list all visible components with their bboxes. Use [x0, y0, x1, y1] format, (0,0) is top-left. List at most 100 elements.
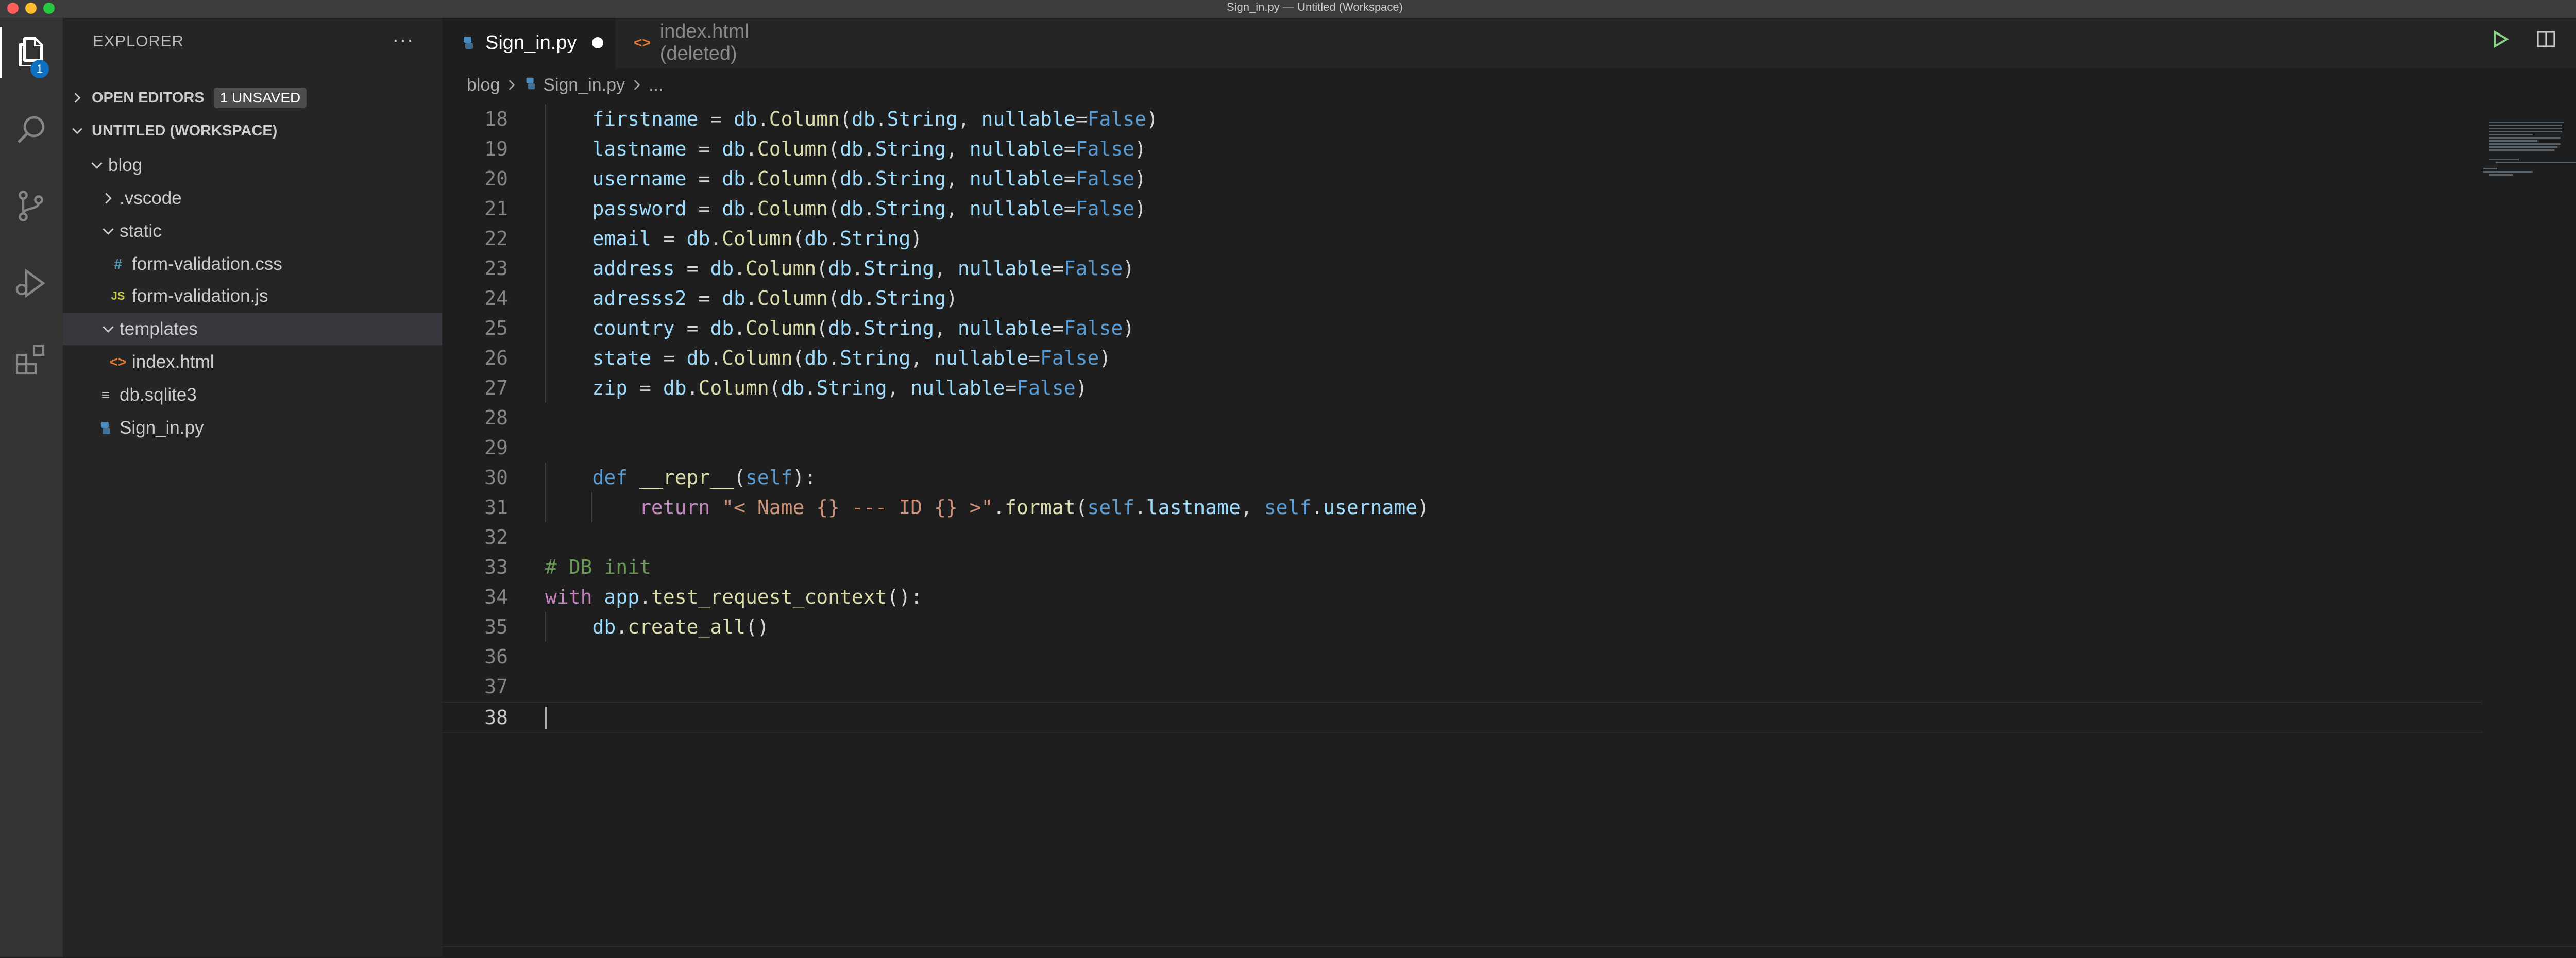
chevron-down-icon — [86, 159, 108, 172]
code-text[interactable]: firstname = db.Column(db.String, nullabl… — [545, 104, 1158, 134]
code-line[interactable]: 22 email = db.Column(db.String) — [442, 224, 2482, 253]
code-text[interactable]: def __repr__(self): — [545, 463, 817, 492]
line-number: 38 — [484, 706, 508, 729]
minimap[interactable] — [2483, 101, 2576, 194]
code-text[interactable]: return "< Name {} --- ID {} >".format(se… — [545, 492, 1429, 522]
code-line[interactable]: 20 username = db.Column(db.String, nulla… — [442, 164, 2482, 194]
tree-item-label: form-validation.js — [132, 286, 268, 306]
horizontal-scrollbar[interactable] — [442, 946, 2576, 958]
line-number: 32 — [484, 526, 508, 549]
tree-file-html[interactable]: <> index.html — [63, 346, 483, 378]
chevron-right-icon — [506, 75, 517, 95]
extensions-icon — [15, 344, 45, 375]
tab-index-html-deleted[interactable]: <> index.html (deleted) — [615, 18, 757, 68]
tree-item-label: form-validation.css — [132, 254, 282, 274]
breadcrumb-symbols[interactable]: ... — [649, 75, 663, 95]
python-file-icon — [523, 75, 538, 95]
code-line[interactable]: 29 — [442, 433, 2482, 463]
code-text[interactable]: zip = db.Column(db.String, nullable=Fals… — [545, 373, 1088, 403]
tree-file-css[interactable]: # form-validation.css — [63, 248, 483, 280]
explorer-activity[interactable]: 1 — [0, 27, 63, 78]
tree-file-js[interactable]: JS form-validation.js — [63, 280, 483, 312]
code-line[interactable]: 25 country = db.Column(db.String, nullab… — [442, 313, 2482, 343]
minimap-line — [2489, 134, 2533, 135]
tree-folder-blog[interactable]: blog — [63, 149, 465, 181]
code-line[interactable]: 34 with app.test_request_context(): — [442, 582, 2482, 612]
code-text[interactable]: email = db.Column(db.String) — [545, 224, 923, 253]
explorer-title: EXPLORER — [93, 32, 184, 50]
code-line[interactable]: 35 db.create_all() — [442, 612, 2482, 642]
workspace-section[interactable]: UNTITLED (WORKSPACE) — [63, 116, 442, 145]
code-text[interactable]: adresss2 = db.Column(db.String) — [545, 283, 958, 313]
tree-item-label: templates — [120, 319, 198, 339]
more-actions-icon[interactable]: ··· — [393, 29, 414, 50]
indent-guide — [545, 463, 546, 522]
minimap-line — [2496, 162, 2576, 163]
code-line[interactable]: 19 lastname = db.Column(db.String, nulla… — [442, 134, 2482, 164]
minimap-line — [2489, 128, 2562, 129]
code-line[interactable]: 36 — [442, 642, 2482, 672]
source-control-activity[interactable] — [5, 180, 57, 232]
line-number: 30 — [484, 466, 508, 489]
tree-folder-templates[interactable]: templates — [63, 313, 476, 345]
minimap-line — [2489, 146, 2557, 148]
tree-item-label: index.html — [132, 352, 214, 372]
code-line[interactable]: 31 return "< Name {} --- ID {} >".format… — [442, 492, 2482, 522]
tree-folder-vscode[interactable]: .vscode — [63, 182, 476, 214]
split-editor-button[interactable] — [2536, 29, 2556, 55]
code-line[interactable]: 24 adresss2 = db.Column(db.String) — [442, 283, 2482, 313]
tree-item-label: blog — [108, 155, 143, 175]
open-editors-label: OPEN EDITORS — [92, 89, 205, 106]
line-number: 19 — [484, 138, 508, 160]
line-number: 37 — [484, 675, 508, 698]
run-debug-activity[interactable] — [5, 258, 57, 309]
line-number: 35 — [484, 615, 508, 638]
code-text[interactable]: with app.test_request_context(): — [545, 582, 922, 612]
tree-item-label: Sign_in.py — [120, 418, 204, 438]
unsaved-dot-icon[interactable] — [592, 37, 604, 48]
code-line[interactable]: 27 zip = db.Column(db.String, nullable=F… — [442, 373, 2482, 403]
code-text[interactable]: lastname = db.Column(db.String, nullable… — [545, 134, 1146, 164]
chevron-down-icon — [97, 225, 120, 237]
tree-file-sqlite[interactable]: ≡ db.sqlite3 — [63, 379, 471, 411]
search-activity[interactable] — [5, 104, 57, 156]
tree-folder-static[interactable]: static — [63, 215, 476, 247]
code-line[interactable]: 32 — [442, 522, 2482, 552]
code-line[interactable]: 37 — [442, 672, 2482, 702]
unsaved-badge: 1 UNSAVED — [213, 88, 307, 108]
code-text[interactable]: password = db.Column(db.String, nullable… — [545, 194, 1146, 224]
code-text[interactable]: db.create_all() — [545, 612, 769, 642]
code-line[interactable]: 28 — [442, 403, 2482, 433]
code-line[interactable]: 30 def __repr__(self): — [442, 463, 2482, 492]
split-editor-icon — [2537, 31, 2555, 47]
open-editors-section[interactable]: OPEN EDITORS 1 UNSAVED — [63, 83, 442, 112]
code-text[interactable]: # DB init — [545, 552, 651, 582]
code-line[interactable]: 23 address = db.Column(db.String, nullab… — [442, 253, 2482, 283]
code-text[interactable]: country = db.Column(db.String, nullable=… — [545, 313, 1135, 343]
line-number: 26 — [484, 347, 508, 369]
chevron-right-icon — [631, 75, 642, 95]
tab-label: index.html (deleted) — [659, 21, 749, 64]
chevron-down-icon — [97, 323, 120, 335]
code-line[interactable]: 38 — [442, 702, 2482, 733]
code-text[interactable]: address = db.Column(db.String, nullable=… — [545, 253, 1135, 283]
tree-file-python[interactable]: Sign_in.py — [63, 412, 471, 444]
breadcrumb-file[interactable]: Sign_in.py — [543, 75, 625, 95]
line-number: 28 — [484, 406, 508, 429]
code-text[interactable]: username = db.Column(db.String, nullable… — [545, 164, 1146, 194]
line-number: 29 — [484, 436, 508, 459]
code-line[interactable]: 21 password = db.Column(db.String, nulla… — [442, 194, 2482, 224]
line-number: 33 — [484, 556, 508, 578]
code-line[interactable]: 33 # DB init — [442, 552, 2482, 582]
breadcrumb-folder[interactable]: blog — [467, 75, 500, 95]
tab-sign-in-py[interactable]: Sign_in.py — [442, 18, 615, 68]
code-line[interactable]: 18 firstname = db.Column(db.String, null… — [442, 104, 2482, 134]
css-file-icon: # — [114, 256, 122, 272]
indent-guide — [591, 492, 592, 522]
code-line[interactable]: 26 state = db.Column(db.String, nullable… — [442, 343, 2482, 373]
tree-item-label: static — [120, 221, 162, 241]
extensions-activity[interactable] — [5, 334, 57, 385]
code-text[interactable]: state = db.Column(db.String, nullable=Fa… — [545, 343, 1111, 373]
run-file-button[interactable] — [2489, 29, 2510, 55]
python-file-icon — [92, 420, 120, 436]
